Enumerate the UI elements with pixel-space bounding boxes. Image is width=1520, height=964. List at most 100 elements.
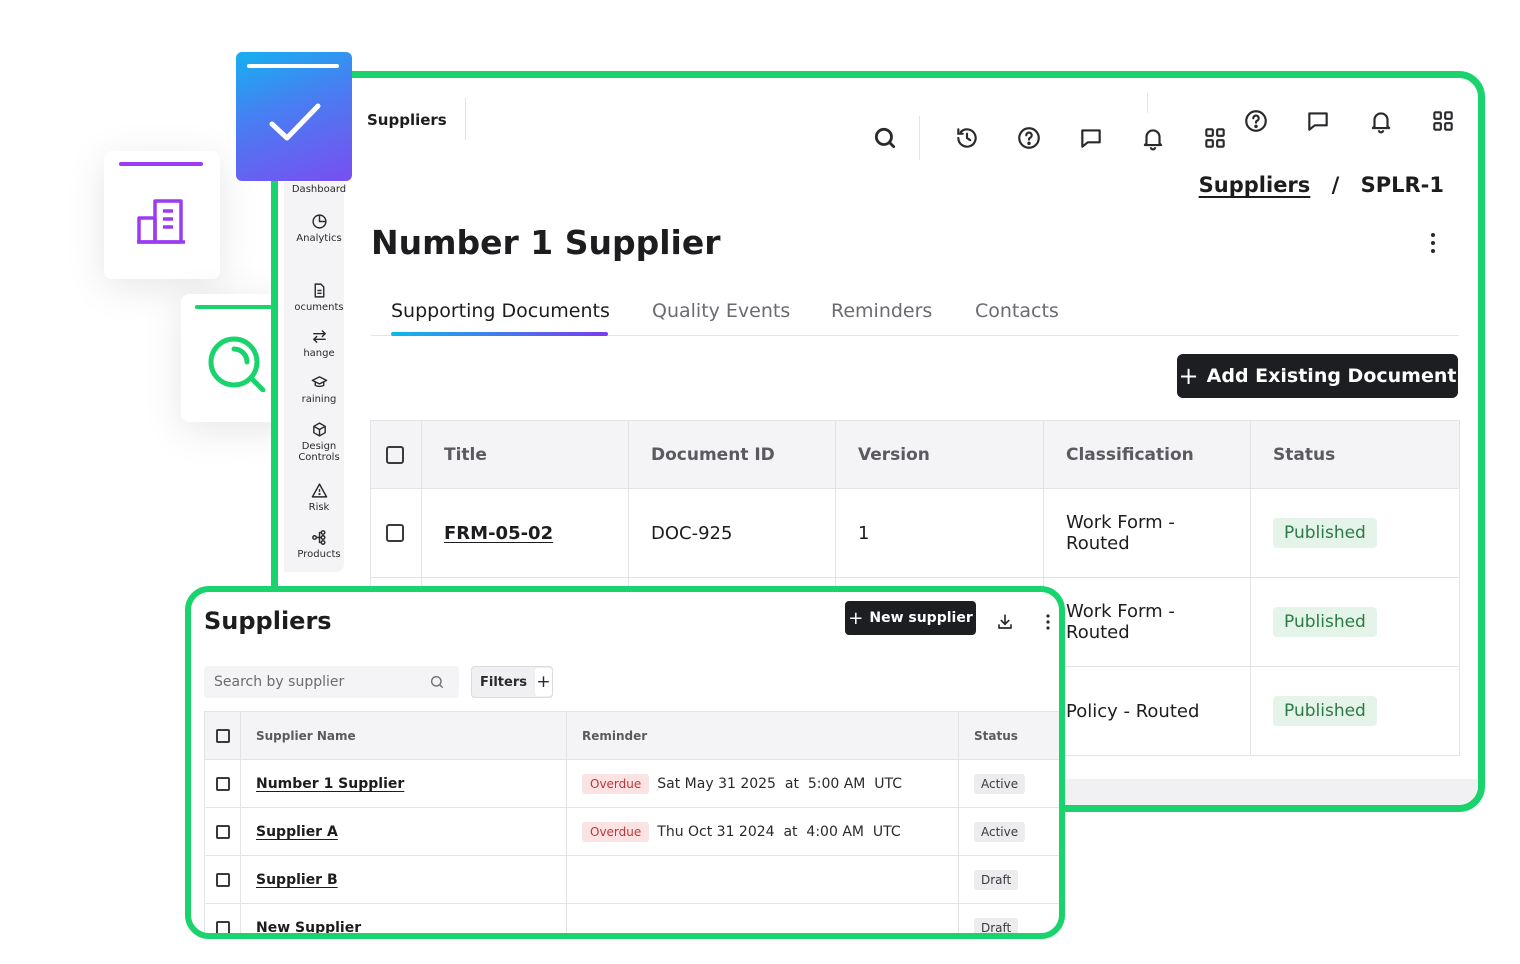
search-icon[interactable] <box>872 125 898 151</box>
sidebar-item-analytics[interactable]: Analytics <box>284 213 354 244</box>
suppliers-list-window: Suppliers + New supplier Filters + Suppl… <box>185 586 1065 939</box>
document-version-cell: 1 <box>835 488 1044 578</box>
filters-label: Filters <box>480 674 527 690</box>
breadcrumb-parent-link[interactable]: Suppliers <box>1199 173 1311 197</box>
sidebar-item-documents[interactable]: ocuments <box>284 282 354 313</box>
status-badge: Published <box>1273 607 1377 637</box>
reminder-date: Sat May 31 2025 at 5:00 AM UTC <box>657 775 903 792</box>
sidebar-item-products[interactable]: Products <box>284 529 354 560</box>
supplier-name-link[interactable]: New Supplier <box>256 920 361 934</box>
column-header-status[interactable]: Status <box>1250 420 1460 489</box>
supplier-name-cell: New Supplier <box>240 903 567 934</box>
tab-bar: Supporting Documents Quality Events Remi… <box>371 294 1459 336</box>
chat-icon[interactable] <box>1078 125 1104 151</box>
sidebar-item-dashboard[interactable]: Dashboard <box>284 184 354 195</box>
status-badge: Draft <box>974 917 1019 933</box>
supplier-search-box <box>204 666 459 698</box>
sidebar-item-label-line2: Controls <box>298 452 340 463</box>
row-checkbox[interactable] <box>216 920 230 933</box>
active-tab-indicator <box>391 332 608 336</box>
supplier-name-link[interactable]: Supplier B <box>256 872 338 888</box>
overdue-badge: Overdue <box>582 773 650 794</box>
header-divider <box>465 98 466 140</box>
sidebar-item-change[interactable]: hange <box>284 328 354 359</box>
sidebar-item-label: hange <box>303 348 335 359</box>
download-icon[interactable] <box>996 613 1014 631</box>
row-select-cell <box>370 488 422 578</box>
sidebar-item-label: raining <box>301 394 337 405</box>
document-title-link[interactable]: FRM-05-02 <box>444 523 553 544</box>
status-badge: Draft <box>974 869 1019 890</box>
status-cell: Active <box>958 807 1059 856</box>
icon-separator-right <box>1147 93 1148 113</box>
reminder-cell: Overdue Sat May 31 2025 at 5:00 AM UTC <box>566 759 959 808</box>
classification-line2: Routed <box>1066 533 1130 554</box>
more-options-icon[interactable] <box>1044 613 1052 631</box>
select-all-checkbox[interactable] <box>216 728 230 743</box>
add-filter-icon[interactable]: + <box>534 668 552 696</box>
tab-supporting-documents[interactable]: Supporting Documents <box>391 300 610 322</box>
column-header-classification[interactable]: Classification <box>1043 420 1251 489</box>
apps-grid-icon[interactable] <box>1202 125 1228 151</box>
bell-icon-right[interactable] <box>1368 108 1394 134</box>
column-header-reminder[interactable]: Reminder <box>566 711 959 760</box>
checkmark-icon <box>269 102 321 142</box>
more-options-icon[interactable] <box>1428 231 1438 255</box>
column-header-document-id[interactable]: Document ID <box>628 420 836 489</box>
filters-button[interactable]: Filters + <box>471 666 553 698</box>
sidebar-item-label: Design <box>301 441 337 452</box>
bell-icon[interactable] <box>1140 125 1166 151</box>
icon-separator <box>919 116 920 160</box>
help-icon[interactable] <box>1016 125 1042 151</box>
status-cell: Active <box>958 759 1059 808</box>
table-header-row: Supplier Name Reminder Status <box>204 711 1059 760</box>
apps-grid-icon-right[interactable] <box>1430 108 1456 134</box>
sidebar-item-training[interactable]: raining <box>284 374 354 405</box>
row-checkbox[interactable] <box>216 824 230 839</box>
tab-reminders[interactable]: Reminders <box>831 300 932 322</box>
row-checkbox[interactable] <box>216 776 230 791</box>
column-header-title[interactable]: Title <box>421 420 629 489</box>
overdue-badge: Overdue <box>582 821 650 842</box>
column-header-status[interactable]: Status <box>958 711 1059 760</box>
search-icon[interactable] <box>429 674 445 690</box>
select-all-checkbox[interactable] <box>386 445 404 464</box>
supplier-name-link[interactable]: Number 1 Supplier <box>256 776 404 792</box>
supplier-name-cell: Supplier A <box>240 807 567 856</box>
status-cell: Draft <box>958 903 1059 933</box>
suppliers-list-title: Suppliers <box>204 607 332 635</box>
history-icon[interactable] <box>954 125 980 151</box>
tab-quality-events[interactable]: Quality Events <box>652 300 790 322</box>
pie-chart-icon <box>284 213 354 230</box>
document-title-cell: FRM-05-02 <box>421 488 629 578</box>
tab-contacts[interactable]: Contacts <box>975 300 1059 322</box>
column-header-version[interactable]: Version <box>835 420 1044 489</box>
supplier-name-link[interactable]: Supplier A <box>256 824 338 840</box>
suppliers-table: Supplier Name Reminder Status Number 1 S… <box>204 711 1059 934</box>
row-checkbox[interactable] <box>386 524 404 542</box>
supplier-search-input[interactable] <box>214 674 429 690</box>
building-card-bar <box>119 162 203 166</box>
plus-icon: + <box>1178 362 1199 390</box>
row-select-cell <box>204 903 241 933</box>
classification-line1: Policy - Routed <box>1066 700 1200 722</box>
help-icon-right[interactable] <box>1243 108 1269 134</box>
sidebar-item-risk[interactable]: Risk <box>284 482 354 513</box>
status-badge: Published <box>1273 696 1377 726</box>
reminder-cell <box>566 903 959 933</box>
row-checkbox[interactable] <box>216 872 230 887</box>
add-existing-document-button[interactable]: + Add Existing Document <box>1177 354 1458 398</box>
document-icon <box>284 282 354 299</box>
table-row: FRM-05-02 DOC-925 1 Work Form - Routed Pu… <box>370 488 1460 578</box>
new-supplier-button[interactable]: + New supplier <box>845 601 976 635</box>
sidebar-item-label: Risk <box>308 502 330 513</box>
column-header-supplier-name[interactable]: Supplier Name <box>240 711 567 760</box>
supplier-name-cell: Supplier B <box>240 855 567 904</box>
building-icon <box>135 198 187 246</box>
sidebar: Dashboard Analytics ocuments hange raini… <box>284 182 346 572</box>
building-card <box>104 151 220 279</box>
sidebar-item-label: ocuments <box>294 302 344 313</box>
breadcrumb-separator: / <box>1331 173 1340 197</box>
chat-icon-right[interactable] <box>1305 108 1331 134</box>
sidebar-item-design-controls[interactable]: Design Controls <box>284 421 354 463</box>
